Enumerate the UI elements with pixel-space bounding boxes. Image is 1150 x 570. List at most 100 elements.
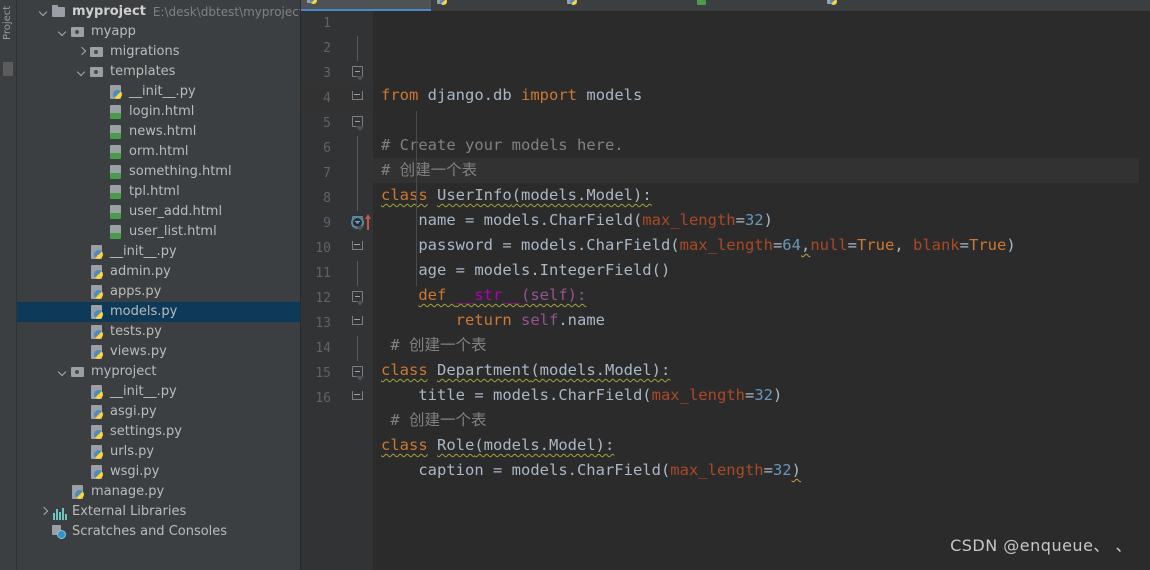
tree-item[interactable]: login.html (17, 102, 300, 122)
fold-collapse-icon[interactable] (352, 366, 364, 381)
fold-end-icon[interactable] (352, 241, 363, 252)
tree-item[interactable]: myproject E:\desk\dbtest\myproject (17, 2, 300, 22)
editor-scrollbar[interactable] (1139, 11, 1150, 570)
gutter-line[interactable]: 13 (301, 311, 373, 336)
code-line[interactable]: # Create your models here. (373, 133, 1150, 158)
tree-item[interactable]: wsgi.py (17, 462, 300, 482)
code-line[interactable]: name = models.CharField(max_length=32) (373, 208, 1150, 233)
code-line[interactable]: # 创建一个表 (373, 408, 1150, 433)
tree-item[interactable]: myapp (17, 22, 300, 42)
chevron-right-icon[interactable] (75, 42, 89, 62)
code-line[interactable]: caption = models.CharField(max_length=32… (373, 458, 1150, 483)
chevron-down-icon[interactable] (75, 62, 89, 82)
chevron-down-icon[interactable] (56, 362, 70, 382)
tree-item[interactable]: manage.py (17, 482, 300, 502)
tree-item[interactable]: asgi.py (17, 402, 300, 422)
code-line[interactable]: title = models.CharField(max_length=32) (373, 383, 1150, 408)
project-tree[interactable]: myproject E:\desk\dbtest\myproject myapp mi… (17, 0, 301, 570)
fold-end-icon[interactable] (352, 391, 363, 402)
code-line[interactable]: class Department(models.Model): (373, 358, 1150, 383)
code-line[interactable]: # 创建一个表 (373, 158, 1150, 183)
gutter-line[interactable]: 16 (301, 386, 373, 411)
tree-item[interactable]: orm.html (17, 142, 300, 162)
editor-gutter[interactable]: 1 2 3 4 5 6 7 8 9 10 11 12 13 14 15 16 (301, 11, 373, 570)
gutter-line[interactable]: 7 (301, 161, 373, 186)
gutter-markers[interactable] (331, 161, 369, 186)
code-line[interactable]: from django.db import models (373, 83, 1150, 108)
gutter-markers[interactable] (331, 286, 369, 311)
gutter-line[interactable]: 3 (301, 61, 373, 86)
gutter-markers[interactable] (331, 86, 369, 111)
code-line[interactable]: age = models.IntegerField() (373, 258, 1150, 283)
tree-item[interactable]: user_add.html (17, 202, 300, 222)
fold-collapse-icon[interactable] (352, 216, 364, 231)
fold-end-icon[interactable] (352, 91, 363, 102)
gutter-markers[interactable] (331, 236, 369, 261)
tree-item[interactable]: __init__.py (17, 382, 300, 402)
fold-collapse-icon[interactable] (352, 116, 364, 131)
tree-item[interactable]: urls.py (17, 442, 300, 462)
tree-item[interactable]: __init__.py (17, 242, 300, 262)
editor-tab-strip[interactable] (301, 0, 1150, 11)
tree-item[interactable]: External Libraries (17, 502, 300, 522)
gutter-markers[interactable] (331, 61, 369, 86)
gutter-markers[interactable] (331, 386, 369, 411)
gutter-markers[interactable] (331, 211, 371, 236)
tree-item[interactable]: models.py (17, 302, 300, 322)
code-line[interactable]: password = models.CharField(max_length=6… (373, 233, 1150, 258)
tree-item[interactable]: user_list.html (17, 222, 300, 242)
fold-collapse-icon[interactable] (352, 66, 364, 81)
gutter-markers[interactable] (331, 136, 369, 161)
code-content[interactable]: from django.db import models # Create you… (373, 11, 1150, 570)
gutter-line[interactable]: 4 (301, 86, 373, 111)
tree-item[interactable]: Scratches and Consoles (17, 522, 300, 542)
gutter-markers[interactable] (331, 186, 369, 211)
gutter-markers[interactable] (331, 111, 369, 136)
gutter-line[interactable]: 8 (301, 186, 373, 211)
gutter-line[interactable]: 2 (301, 36, 373, 61)
editor-tab[interactable] (431, 0, 561, 11)
fold-collapse-icon[interactable] (352, 291, 364, 306)
gutter-line[interactable]: 9 (301, 211, 373, 236)
tree-item[interactable]: tpl.html (17, 182, 300, 202)
tool-window-button[interactable] (3, 62, 13, 76)
editor-tab[interactable] (301, 0, 431, 11)
chevron-down-icon[interactable] (37, 2, 51, 22)
gutter-line[interactable]: 6 (301, 136, 373, 161)
tree-item[interactable]: tests.py (17, 322, 300, 342)
gutter-line[interactable]: 5 (301, 111, 373, 136)
code-editor[interactable]: 1 2 3 4 5 6 7 8 9 10 11 12 13 14 15 16 from django.db i… (301, 11, 1150, 570)
gutter-markers[interactable] (331, 311, 369, 336)
editor-tab[interactable] (561, 0, 691, 11)
gutter-markers[interactable] (331, 361, 369, 386)
tree-item[interactable]: something.html (17, 162, 300, 182)
gutter-line[interactable]: 15 (301, 361, 373, 386)
tree-item[interactable]: templates (17, 62, 300, 82)
tree-item[interactable]: apps.py (17, 282, 300, 302)
project-tool-window-tab[interactable]: Project (2, 0, 16, 40)
left-tool-window-bar[interactable]: Project (0, 0, 17, 570)
gutter-line[interactable]: 11 (301, 261, 373, 286)
tree-item[interactable]: __init__.py (17, 82, 300, 102)
gutter-line[interactable]: 12 (301, 286, 373, 311)
code-line[interactable]: return self.name (373, 308, 1150, 333)
code-line[interactable]: class Role(models.Model): (373, 433, 1150, 458)
code-line[interactable]: # 创建一个表 (373, 333, 1150, 358)
code-line[interactable]: def __str__(self): (373, 283, 1150, 308)
gutter-markers[interactable] (331, 36, 369, 61)
chevron-right-icon[interactable] (37, 502, 51, 522)
tree-item[interactable]: settings.py (17, 422, 300, 442)
gutter-line[interactable]: 10 (301, 236, 373, 261)
fold-end-icon[interactable] (352, 316, 363, 327)
chevron-down-icon[interactable] (56, 22, 70, 42)
tree-item[interactable]: news.html (17, 122, 300, 142)
tree-item[interactable]: migrations (17, 42, 300, 62)
tree-item[interactable]: views.py (17, 342, 300, 362)
tree-item[interactable]: myproject (17, 362, 300, 382)
tree-item[interactable]: admin.py (17, 262, 300, 282)
editor-tab[interactable] (821, 0, 951, 11)
code-line[interactable]: class UserInfo(models.Model): (373, 183, 1150, 208)
code-line[interactable] (373, 108, 1150, 133)
gutter-markers[interactable] (331, 261, 369, 286)
gutter-markers[interactable] (331, 336, 369, 361)
